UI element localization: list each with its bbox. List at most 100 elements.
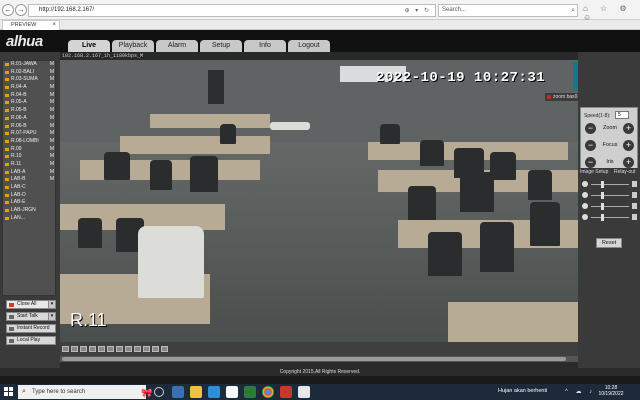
address-tools-icon[interactable]: ⊕ ▾ ↻	[405, 6, 431, 17]
person	[480, 222, 514, 272]
chrome-icon[interactable]	[262, 386, 274, 398]
slider-knob[interactable]	[600, 214, 604, 221]
clock[interactable]: 10:28 10/19/2022	[596, 385, 626, 397]
file-explorer-icon[interactable]	[190, 386, 202, 398]
focus-minus-button[interactable]: −	[585, 140, 596, 151]
speed-select[interactable]: 5	[615, 111, 629, 119]
camera-list-item[interactable]: LAB-JRGN	[3, 207, 55, 215]
camera-list-item[interactable]: R.09 M	[3, 146, 55, 154]
tab-playback[interactable]: Playback	[112, 40, 154, 52]
camera-list-item[interactable]: LAB-E	[3, 199, 55, 207]
camera-list-item[interactable]: R.08-LOMBI M	[3, 138, 55, 146]
store-icon[interactable]	[226, 386, 238, 398]
slider-end-icon[interactable]	[632, 192, 637, 198]
person-white-shirt	[138, 226, 204, 298]
view-layout-button[interactable]	[62, 346, 69, 352]
zoom-plus-button[interactable]: +	[623, 123, 634, 134]
system-tray-icons[interactable]: ^ ☁ ♪	[565, 388, 595, 395]
slider-knob[interactable]	[600, 203, 604, 210]
iris-minus-button[interactable]: −	[585, 157, 596, 168]
slider-knob[interactable]	[600, 181, 604, 188]
scrollbar-thumb[interactable]	[62, 357, 566, 361]
instant-record-button[interactable]: Instant Record	[6, 324, 56, 333]
brightness-icon	[582, 181, 588, 187]
browser-tab[interactable]: PREVIEW ×	[2, 20, 60, 30]
horizontal-scrollbar[interactable]	[60, 356, 578, 362]
chevron-down-icon[interactable]: ▾	[48, 300, 56, 309]
view-layout-button[interactable]	[152, 346, 159, 352]
brightness-slider[interactable]	[582, 180, 638, 189]
camera-list-item[interactable]: R.05-B M	[3, 107, 55, 115]
view-layout-button[interactable]	[143, 346, 150, 352]
camera-list-item[interactable]: R.07-PAPU M	[3, 130, 55, 138]
view-layout-button[interactable]	[107, 346, 114, 352]
chevron-down-icon[interactable]: ▾	[48, 312, 56, 321]
slider-track[interactable]	[591, 217, 629, 218]
camera-list-item[interactable]: R.11 M	[3, 161, 55, 169]
mail-icon[interactable]	[208, 386, 220, 398]
search-icon[interactable]: ⌕	[571, 5, 575, 16]
camera-list-item[interactable]: R.04-A M	[3, 84, 55, 92]
camera-list-item[interactable]: LAN...	[3, 215, 55, 223]
view-layout-button[interactable]	[98, 346, 105, 352]
taskbar-search-input[interactable]: ⌕ Type here to search 🎀	[18, 385, 152, 399]
task-view-icon[interactable]	[172, 386, 184, 398]
view-layout-button[interactable]	[161, 346, 168, 352]
view-layout-button[interactable]	[71, 346, 78, 352]
back-button[interactable]: ←	[2, 4, 14, 16]
forward-button[interactable]: →	[15, 4, 27, 16]
tab-logout[interactable]: Logout	[288, 40, 330, 52]
tab-alarm[interactable]: Alarm	[156, 40, 198, 52]
focus-plus-button[interactable]: +	[623, 140, 634, 151]
tab-image-setup[interactable]: Image Setup	[580, 168, 608, 176]
contrast-slider[interactable]	[582, 191, 638, 200]
browser-search-input[interactable]: Search... ⌕	[438, 4, 578, 17]
camera-list-item[interactable]: R.02-BALI M	[3, 69, 55, 77]
slider-track[interactable]	[591, 184, 629, 185]
camera-list-item[interactable]: LAB-B M	[3, 176, 55, 184]
weather-text[interactable]: Hujan akan berhenti	[498, 388, 547, 394]
camera-list-item[interactable]: R.05-A M	[3, 99, 55, 107]
zoom-minus-button[interactable]: −	[585, 123, 596, 134]
camera-list-item[interactable]: R.03-SUMA M	[3, 76, 55, 84]
person	[78, 218, 102, 248]
slider-knob[interactable]	[600, 192, 604, 199]
local-play-button[interactable]: Local Play	[6, 336, 56, 345]
view-layout-button[interactable]	[89, 346, 96, 352]
view-layout-button[interactable]	[134, 346, 141, 352]
ie-icon[interactable]	[298, 386, 310, 398]
iris-plus-button[interactable]: +	[623, 157, 634, 168]
camera-item-flag: M	[49, 114, 54, 121]
slider-track[interactable]	[591, 195, 629, 196]
windows-start-icon[interactable]	[4, 387, 14, 397]
hue-slider[interactable]	[582, 213, 638, 222]
tab-relay-out[interactable]: Relay-out	[614, 168, 635, 176]
tab-info[interactable]: Info	[244, 40, 286, 52]
camera-list-item[interactable]: R.10 M	[3, 153, 55, 161]
camera-list-item[interactable]: R.01-JAWA M	[3, 61, 55, 69]
reset-button[interactable]: Reset	[596, 238, 622, 248]
slider-end-icon[interactable]	[632, 214, 637, 220]
view-layout-button[interactable]	[125, 346, 132, 352]
app-icon[interactable]	[280, 386, 292, 398]
slider-end-icon[interactable]	[632, 181, 637, 187]
slider-track[interactable]	[591, 206, 629, 207]
slider-end-icon[interactable]	[632, 203, 637, 209]
excel-icon[interactable]	[244, 386, 256, 398]
tab-live[interactable]: Live	[68, 40, 110, 52]
address-bar[interactable]: http://192.168.2.167/ ⊕ ▾ ↻	[28, 4, 436, 17]
camera-list-item[interactable]: R.06-B M	[3, 123, 55, 131]
camera-list[interactable]: R.01-JAWA M R.02-BALI M R.03-SUMA M R.04-A M R.0…	[2, 60, 56, 296]
camera-list-item[interactable]: R.04-B M	[3, 92, 55, 100]
camera-list-item[interactable]: R.06-A M	[3, 115, 55, 123]
cortana-icon[interactable]	[154, 387, 164, 397]
view-layout-button[interactable]	[116, 346, 123, 352]
camera-list-item[interactable]: LAB-D	[3, 192, 55, 200]
close-icon[interactable]: ×	[52, 21, 56, 30]
live-video[interactable]: 192.168.2.167_1h_1180kbps_M 2022-10-19 1…	[60, 52, 578, 342]
tab-setup[interactable]: Setup	[200, 40, 242, 52]
saturation-slider[interactable]	[582, 202, 638, 211]
camera-list-item[interactable]: LAB-A M	[3, 169, 55, 177]
camera-list-item[interactable]: LAB-C	[3, 184, 55, 192]
view-layout-button[interactable]	[80, 346, 87, 352]
